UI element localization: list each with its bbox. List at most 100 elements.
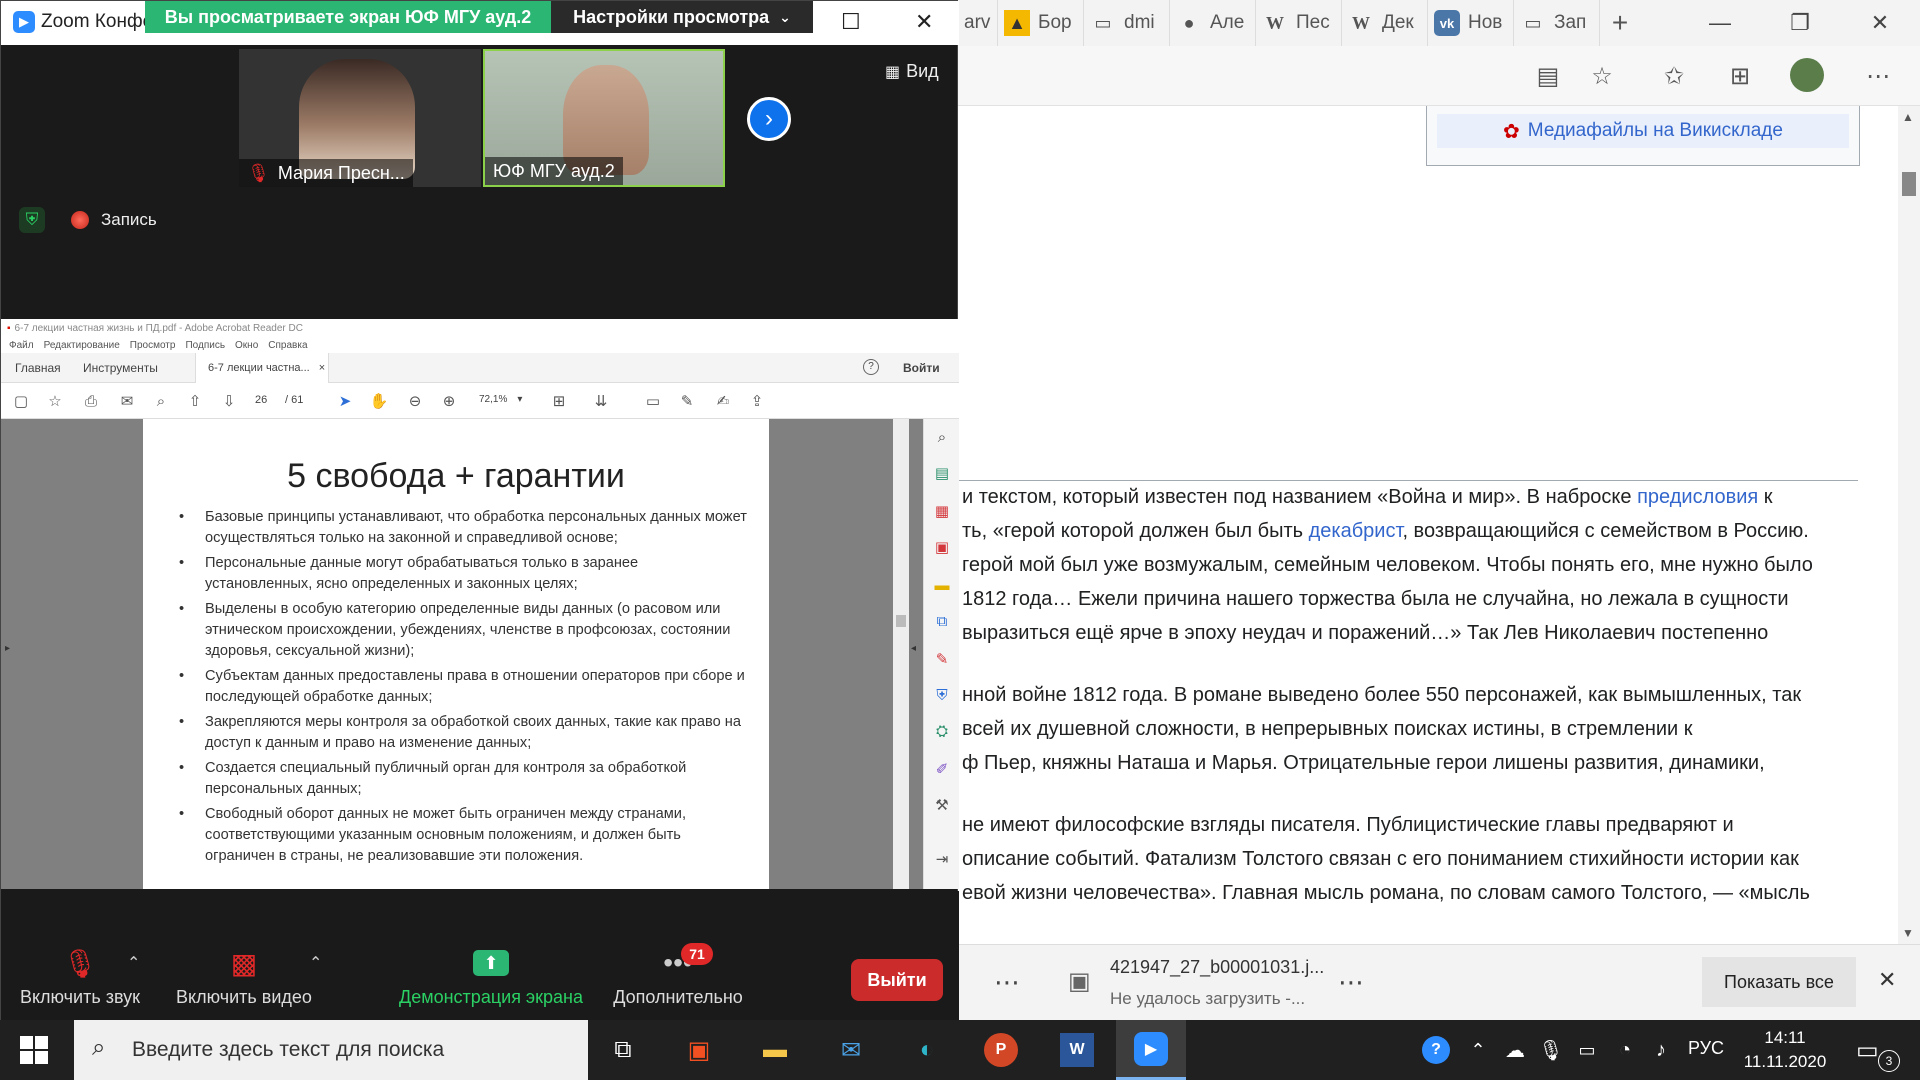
wifi-icon[interactable]: ◔	[1608, 1026, 1642, 1074]
highlight-icon[interactable]: ✎	[677, 391, 697, 411]
sign-icon[interactable]: ✍	[713, 391, 733, 411]
edge-browser-icon[interactable]: ◐	[896, 1026, 958, 1074]
article-link[interactable]: декабрист	[1309, 520, 1403, 542]
edge-tab-4[interactable]: W Пес	[1256, 0, 1342, 46]
print-icon[interactable]: ⎙	[81, 391, 101, 411]
prev-page-icon[interactable]: ⇧	[185, 391, 205, 411]
scroll-thumb[interactable]	[1902, 172, 1916, 196]
view-settings-dropdown[interactable]: Настройки просмотра ⌄	[551, 1, 813, 33]
export-pdf-icon[interactable]: ▤	[932, 463, 952, 483]
edge-tab-1[interactable]: ▲ Бор	[998, 0, 1084, 46]
menu-view[interactable]: Просмотр	[130, 340, 176, 351]
zoom-in-icon[interactable]: ⊕	[439, 391, 459, 411]
page-number-field[interactable]: 26	[255, 394, 267, 406]
view-button[interactable]: ▦ Вид	[885, 61, 939, 82]
bookmark-star-icon[interactable]: ☆	[45, 391, 65, 411]
reader-mode-icon[interactable]: ▤	[1530, 58, 1566, 94]
menu-edit[interactable]: Редактирование	[44, 340, 120, 351]
organize-pages-icon[interactable]: ▦	[932, 501, 952, 521]
save-icon[interactable]: ▢	[11, 391, 31, 411]
help-circle-icon[interactable]: ?	[1416, 1026, 1456, 1074]
more-button[interactable]: ••• Дополнительно	[607, 943, 749, 1008]
edge-tab-partial[interactable]: arv	[958, 0, 998, 46]
notifications-icon[interactable]: ▭	[1856, 1036, 1879, 1065]
volume-icon[interactable]: ♪	[1644, 1026, 1678, 1074]
download-more-icon[interactable]: ⋯	[994, 967, 1020, 998]
menu-window[interactable]: Окно	[235, 340, 258, 351]
minimize-icon[interactable]: —	[1680, 0, 1760, 46]
edge-tab-3[interactable]: ● Але	[1170, 0, 1256, 46]
edge-tab-5[interactable]: W Дек	[1342, 0, 1428, 46]
show-hidden-icons-icon[interactable]: ⌃	[1462, 1026, 1494, 1074]
zoom-level-field[interactable]: 72,1% ▾	[479, 394, 522, 405]
participant-tile[interactable]: 🎙 Мария Пресн...	[239, 49, 481, 187]
restore-icon[interactable]: ❐	[1760, 0, 1840, 46]
security-shield-icon[interactable]: ⛨	[19, 207, 45, 233]
sign-in-button[interactable]: Войти	[903, 361, 940, 375]
share-icon[interactable]: ⇪	[747, 391, 767, 411]
next-page-icon[interactable]: ⇩	[219, 391, 239, 411]
store-icon[interactable]: ▣	[668, 1026, 730, 1074]
comment-icon[interactable]: ▭	[643, 391, 663, 411]
protect-icon[interactable]: ⛨	[932, 685, 952, 705]
recording-label[interactable]: Запись	[101, 210, 157, 230]
tab-document[interactable]: 6-7 лекции частна... ×	[195, 353, 329, 383]
fill-sign-icon[interactable]: ✎	[932, 649, 952, 669]
fit-page-icon[interactable]: ⊞	[549, 391, 569, 411]
find-icon[interactable]: ⌕	[151, 391, 171, 411]
show-all-downloads-button[interactable]: Показать все	[1702, 957, 1856, 1007]
scroll-mode-icon[interactable]: ⇊	[591, 391, 611, 411]
start-video-button[interactable]: ▩ Включить видео	[173, 943, 315, 1008]
task-view-icon[interactable]: ⧉	[592, 1026, 654, 1074]
download-filename[interactable]: 421947_27_b00001031.j...	[1110, 957, 1324, 978]
scroll-down-icon[interactable]: ▼	[1902, 926, 1914, 940]
pdf-scrollbar[interactable]	[893, 419, 909, 889]
scroll-up-icon[interactable]: ▲	[1902, 110, 1914, 124]
create-pdf-icon[interactable]: ▣	[932, 537, 952, 557]
profile-avatar[interactable]	[1790, 58, 1824, 92]
tab-home[interactable]: Главная	[15, 361, 61, 375]
help-icon[interactable]: ?	[863, 359, 879, 375]
input-language[interactable]: РУС	[1688, 1038, 1724, 1059]
tab-tools[interactable]: Инструменты	[83, 361, 158, 375]
edit-pdf-icon[interactable]: ✐	[932, 759, 952, 779]
commons-link[interactable]: ✿ Медиафайлы на Викискладе	[1437, 114, 1849, 148]
article-link[interactable]: предисловия	[1637, 486, 1758, 508]
edge-tab-6[interactable]: vk Нов	[1428, 0, 1514, 46]
collections-icon[interactable]: ⊞	[1722, 58, 1758, 94]
left-panel-toggle-icon[interactable]: ▸	[5, 643, 10, 654]
start-windows-icon[interactable]	[20, 1036, 48, 1064]
maximize-icon[interactable]: ☐	[841, 9, 861, 35]
more-tools-icon[interactable]: ⚒	[932, 795, 952, 815]
leave-meeting-button[interactable]: Выйти	[851, 959, 943, 1001]
favorite-star-icon[interactable]: ☆	[1584, 58, 1620, 94]
close-icon[interactable]: ✕	[1840, 0, 1920, 46]
pdf-scroll-thumb[interactable]	[896, 615, 906, 627]
next-page-arrow-icon[interactable]: ›	[747, 97, 791, 141]
combine-files-icon[interactable]: ⧉	[932, 611, 952, 631]
zoom-out-icon[interactable]: ⊖	[405, 391, 425, 411]
battery-icon[interactable]: ▭	[1570, 1026, 1604, 1074]
zoom-search-icon[interactable]: ⌕	[932, 427, 952, 447]
audio-options-caret-icon[interactable]: ⌃	[127, 953, 140, 973]
close-tab-icon[interactable]: ×	[319, 362, 325, 374]
share-screen-button[interactable]: ⬆ Демонстрация экрана	[395, 943, 587, 1008]
edge-tab-7[interactable]: ▭ Зап	[1514, 0, 1600, 46]
mail-icon[interactable]: ✉	[820, 1026, 882, 1074]
unmute-button[interactable]: 🎙 Включить звук	[15, 943, 145, 1008]
close-icon[interactable]: ✕	[915, 9, 933, 35]
right-panel-toggle-icon[interactable]: ◂	[911, 643, 916, 654]
select-cursor-icon[interactable]: ➤	[335, 391, 355, 411]
video-options-caret-icon[interactable]: ⌃	[309, 953, 322, 973]
menu-file[interactable]: Файл	[9, 340, 34, 351]
download-item-more-icon[interactable]: ⋯	[1338, 967, 1364, 998]
edge-tab-2[interactable]: ▭ dmi	[1084, 0, 1170, 46]
clock[interactable]: 14:11 11.11.2020	[1740, 1026, 1830, 1074]
zoom-app-icon[interactable]: ▶	[1116, 1020, 1186, 1080]
new-tab-button[interactable]: +	[1600, 0, 1640, 46]
collapse-pane-icon[interactable]: ⇥	[932, 849, 952, 869]
close-download-bar-icon[interactable]: ✕	[1878, 967, 1896, 993]
participant-tile-active[interactable]: ЮФ МГУ ауд.2	[483, 49, 725, 187]
powerpoint-icon[interactable]: P	[970, 1026, 1032, 1074]
file-explorer-icon[interactable]: ▬	[744, 1026, 806, 1074]
